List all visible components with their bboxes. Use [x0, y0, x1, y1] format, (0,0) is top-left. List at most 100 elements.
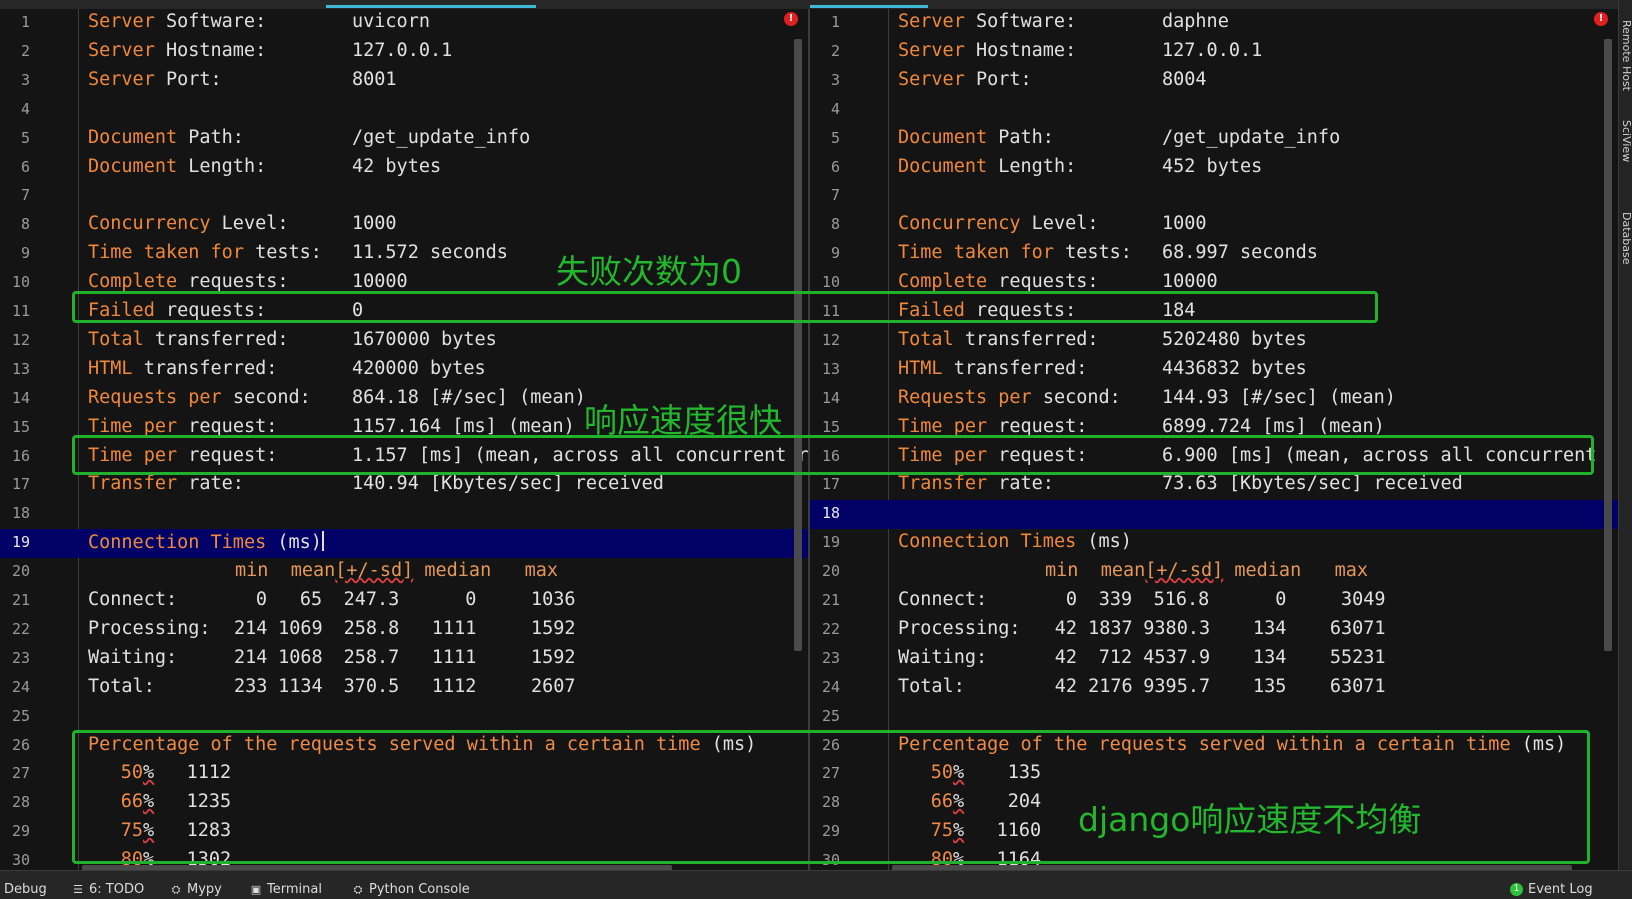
- field-label: Server Software:: [898, 11, 1077, 32]
- code-line[interactable]: 13 HTML transferred: 4436832 bytes: [810, 356, 1618, 385]
- code-line[interactable]: 23 Waiting: 42 712 4537.9 134 55231: [810, 645, 1618, 674]
- line-number: 12: [11, 330, 30, 349]
- code-line[interactable]: 8 Concurrency Level: 1000: [810, 211, 1618, 240]
- connection-row-values: 214 1069 258.8 1111 1592: [234, 617, 576, 639]
- field-label: Total transferred:: [898, 328, 1099, 350]
- code-line[interactable]: 21 Connect: 0 65 247.3 0 1036: [0, 587, 808, 616]
- status-debug[interactable]: Debug: [4, 882, 47, 897]
- line-number: 9: [20, 244, 30, 263]
- code-line[interactable]: 4: [810, 96, 1618, 125]
- right-tool-window-bar: Remote Host SciView Database: [1618, 0, 1632, 870]
- vertical-scrollbar[interactable]: [794, 39, 802, 651]
- code-line[interactable]: 12 Total transferred: 5202480 bytes: [810, 327, 1618, 356]
- code-line[interactable]: 20 min mean[+/-sd] median max: [0, 558, 808, 587]
- transfer-rate-value: 73.63 [Kbytes/sec] received: [1162, 473, 1463, 495]
- time-taken-value: 68.997 seconds: [1162, 242, 1318, 264]
- database-tab[interactable]: Database: [1620, 212, 1632, 265]
- error-indicator-icon[interactable]: !: [1594, 12, 1608, 26]
- code-line[interactable]: 18: [810, 500, 1618, 530]
- field-label: Document Length:: [88, 155, 267, 177]
- code-line[interactable]: 25: [0, 703, 808, 732]
- field-label: Server Port:: [88, 68, 222, 90]
- code-line[interactable]: 1 Server Software: uvicorn: [0, 9, 808, 38]
- code-line[interactable]: 3 Server Port: 8001: [0, 67, 808, 96]
- active-tab-indicator-right[interactable]: [810, 5, 928, 8]
- line-number: 21: [11, 591, 30, 609]
- vertical-scrollbar[interactable]: [1604, 39, 1612, 651]
- status-bar: Debug ☰ 6: TODO ⛭ Mypy ▣ Terminal ⛭ Python C…: [0, 870, 1632, 899]
- code-line[interactable]: 21 Connect: 0 339 516.8 0 3049: [810, 587, 1618, 616]
- code-line[interactable]: 8 Concurrency Level: 1000: [0, 211, 808, 240]
- code-line[interactable]: 7: [810, 182, 1618, 211]
- line-number: 13: [821, 359, 840, 378]
- line-number: 10: [821, 273, 840, 292]
- connection-row-values: 0 65 247.3 0 1036: [255, 589, 576, 610]
- time-per-request-highlight-box: [72, 435, 1594, 475]
- line-number: 24: [11, 677, 30, 696]
- time-per-request-value: 1157.164 [ms] (mean): [352, 415, 575, 437]
- code-line[interactable]: 25: [810, 703, 1618, 732]
- code-line[interactable]: 3 Server Port: 8004: [810, 67, 1618, 96]
- code-line[interactable]: 19 Connection Times (ms): [810, 529, 1618, 558]
- code-line[interactable]: 18: [0, 500, 808, 529]
- line-number: 15: [821, 417, 840, 436]
- status-terminal[interactable]: ▣ Terminal: [250, 882, 322, 897]
- code-line[interactable]: 2 Server Hostname: 127.0.0.1: [0, 38, 808, 67]
- code-line[interactable]: 5 Document Path: /get_update_info: [0, 125, 808, 154]
- total-transferred-value: 1670000 bytes: [352, 328, 497, 350]
- code-line[interactable]: 22 Processing: 42 1837 9380.3 134 63071: [810, 616, 1618, 645]
- line-number: 8: [830, 215, 840, 234]
- field-label: HTML transferred:: [898, 357, 1088, 379]
- text-caret: [321, 531, 324, 552]
- code-line[interactable]: 13 HTML transferred: 420000 bytes: [0, 356, 808, 385]
- html-transferred-value: 420000 bytes: [352, 357, 486, 379]
- code-line[interactable]: 6 Document Length: 42 bytes: [0, 154, 808, 183]
- connection-row-values: 42 712 4537.9 134 55231: [1054, 646, 1386, 668]
- sciview-tab[interactable]: SciView: [1620, 120, 1632, 162]
- field-label: Time per request:: [88, 415, 278, 437]
- concurrency-level-value: 1000: [1162, 213, 1207, 235]
- code-line[interactable]: 7: [0, 182, 808, 211]
- code-line[interactable]: 12 Total transferred: 1670000 bytes: [0, 327, 808, 356]
- line-number: 21: [821, 591, 840, 609]
- remote-host-tab[interactable]: Remote Host: [1620, 20, 1632, 91]
- code-line[interactable]: 19 Connection Times (ms): [0, 529, 808, 559]
- complete-requests-value: 10000: [1162, 271, 1218, 293]
- line-number: 12: [821, 330, 840, 349]
- field-label: Requests per second:: [898, 386, 1121, 408]
- code-line[interactable]: 24 Total: 233 1134 370.5 1112 2607: [0, 674, 808, 703]
- connection-times-heading: Connection Times (ms): [898, 531, 1132, 553]
- code-line[interactable]: 1 Server Software: daphne: [810, 9, 1618, 38]
- code-line[interactable]: 17 Transfer rate: 73.63 [Kbytes/sec] recei…: [810, 471, 1618, 500]
- concurrency-level-value: 1000: [352, 213, 397, 235]
- line-number: 15: [11, 417, 30, 436]
- code-line[interactable]: 2 Server Hostname: 127.0.0.1: [810, 38, 1618, 67]
- code-line[interactable]: 20 min mean[+/-sd] median max: [810, 558, 1618, 587]
- line-number: 2: [830, 41, 840, 60]
- status-mypy[interactable]: ⛭ Mypy: [170, 882, 222, 897]
- total-transferred-value: 5202480 bytes: [1162, 328, 1307, 350]
- code-line[interactable]: 9 Time taken for tests: 68.997 seconds: [810, 240, 1618, 269]
- field-label: Time taken for tests:: [898, 242, 1132, 264]
- line-number: 27: [11, 764, 30, 783]
- line-number: 29: [11, 822, 30, 841]
- line-number: 22: [821, 619, 840, 638]
- field-label: Requests per second:: [88, 386, 311, 408]
- code-line[interactable]: 24 Total: 42 2176 9395.7 135 63071: [810, 674, 1618, 703]
- line-number: 24: [821, 677, 840, 696]
- code-line[interactable]: 14 Requests per second: 144.93 [#/sec] (me…: [810, 385, 1618, 414]
- code-line[interactable]: 17 Transfer rate: 140.94 [Kbytes/sec] rece…: [0, 471, 808, 500]
- status-todo[interactable]: ☰ 6: TODO: [72, 882, 144, 897]
- line-number: 20: [821, 562, 840, 581]
- complete-requests-value: 10000: [352, 271, 408, 293]
- code-line[interactable]: 23 Waiting: 214 1068 258.7 1111 1592: [0, 645, 808, 674]
- code-line[interactable]: 22 Processing: 214 1069 258.8 1111 1592: [0, 616, 808, 645]
- active-tab-indicator-left[interactable]: [326, 5, 536, 8]
- line-number: 16: [11, 446, 30, 465]
- status-event-log[interactable]: 1 Event Log: [1510, 882, 1593, 897]
- code-line[interactable]: 5 Document Path: /get_update_info: [810, 125, 1618, 154]
- error-indicator-icon[interactable]: !: [784, 12, 798, 26]
- status-python-console[interactable]: ⛭ Python Console: [352, 882, 470, 897]
- code-line[interactable]: 4: [0, 96, 808, 125]
- code-line[interactable]: 6 Document Length: 452 bytes: [810, 154, 1618, 183]
